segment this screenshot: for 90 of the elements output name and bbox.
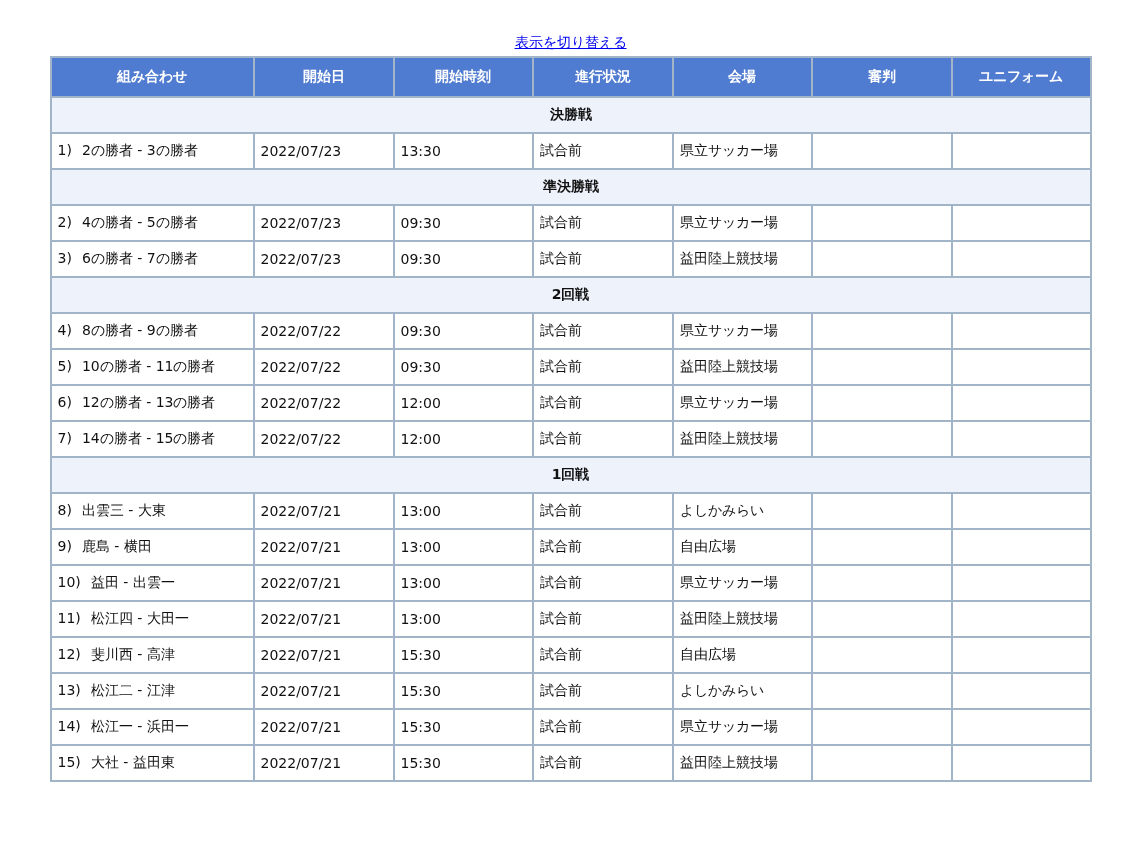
column-header: 開始日 xyxy=(253,57,394,97)
match-number: 13) xyxy=(57,682,81,698)
column-header: ユニフォーム xyxy=(951,57,1091,97)
date-cell: 2022/07/21 xyxy=(253,493,394,529)
match-number: 9) xyxy=(57,538,72,554)
venue-cell: 県立サッカー場 xyxy=(672,709,812,745)
status-cell: 試合前 xyxy=(532,745,673,781)
match-number: 2) xyxy=(57,214,72,230)
match-number: 10) xyxy=(57,574,81,590)
match-teams: 12の勝者 - 13の勝者 xyxy=(81,394,216,410)
match-number: 8) xyxy=(57,502,72,518)
date-cell: 2022/07/21 xyxy=(253,745,394,781)
status-cell: 試合前 xyxy=(532,601,673,637)
match-teams: 斐川西 - 高津 xyxy=(90,646,175,662)
status-cell: 試合前 xyxy=(532,709,673,745)
date-cell: 2022/07/21 xyxy=(253,709,394,745)
match-number: 14) xyxy=(57,718,81,734)
toggle-view-link[interactable]: 表示を切り替える xyxy=(514,34,627,52)
venue-cell: 県立サッカー場 xyxy=(672,565,812,601)
time-cell: 09:30 xyxy=(393,349,533,385)
match-number: 3) xyxy=(57,250,72,266)
match-number: 5) xyxy=(57,358,72,374)
match-teams: 松江四 - 大田一 xyxy=(90,610,189,626)
time-cell: 13:00 xyxy=(393,529,533,565)
venue-cell: 県立サッカー場 xyxy=(672,385,812,421)
date-cell: 2022/07/21 xyxy=(253,673,394,709)
match-number: 4) xyxy=(57,322,72,338)
column-header: 開始時刻 xyxy=(393,57,533,97)
status-cell: 試合前 xyxy=(532,565,673,601)
match-teams: 出雲三 - 大東 xyxy=(81,502,166,518)
time-cell: 13:00 xyxy=(393,493,533,529)
venue-cell: よしかみらい xyxy=(672,493,812,529)
status-cell: 試合前 xyxy=(532,637,673,673)
time-cell: 15:30 xyxy=(393,673,533,709)
status-cell: 試合前 xyxy=(532,673,673,709)
time-cell: 13:00 xyxy=(393,565,533,601)
date-cell: 2022/07/22 xyxy=(253,385,394,421)
time-cell: 13:00 xyxy=(393,601,533,637)
column-header: 会場 xyxy=(672,57,812,97)
venue-cell: 自由広場 xyxy=(672,637,812,673)
match-teams: 8の勝者 - 9の勝者 xyxy=(81,322,198,338)
venue-cell: 益田陸上競技場 xyxy=(672,601,812,637)
match-number: 15) xyxy=(57,754,81,770)
match-teams: 松江一 - 浜田一 xyxy=(90,718,189,734)
match-number: 7) xyxy=(57,430,72,446)
status-cell: 試合前 xyxy=(532,313,673,349)
time-cell: 09:30 xyxy=(393,205,533,241)
match-number: 11) xyxy=(57,610,81,626)
time-cell: 09:30 xyxy=(393,313,533,349)
date-cell: 2022/07/21 xyxy=(253,565,394,601)
round-heading: 決勝戦 xyxy=(50,97,1091,133)
match-teams: 大社 - 益田東 xyxy=(90,754,175,770)
column-header: 審判 xyxy=(811,57,952,97)
date-cell: 2022/07/21 xyxy=(253,601,394,637)
date-cell: 2022/07/22 xyxy=(253,313,394,349)
status-cell: 試合前 xyxy=(532,529,673,565)
match-number: 6) xyxy=(57,394,72,410)
venue-cell: 自由広場 xyxy=(672,529,812,565)
venue-cell: 県立サッカー場 xyxy=(672,313,812,349)
match-teams: 松江二 - 江津 xyxy=(90,682,175,698)
date-cell: 2022/07/21 xyxy=(253,529,394,565)
match-number: 12) xyxy=(57,646,81,662)
date-cell: 2022/07/21 xyxy=(253,637,394,673)
time-cell: 15:30 xyxy=(393,637,533,673)
round-heading: 2回戦 xyxy=(50,277,1091,313)
venue-cell: よしかみらい xyxy=(672,673,812,709)
date-cell: 2022/07/23 xyxy=(253,205,394,241)
status-cell: 試合前 xyxy=(532,385,673,421)
status-cell: 試合前 xyxy=(532,205,673,241)
venue-cell: 益田陸上競技場 xyxy=(672,745,812,781)
time-cell: 12:00 xyxy=(393,385,533,421)
venue-cell: 益田陸上競技場 xyxy=(672,349,812,385)
venue-cell: 県立サッカー場 xyxy=(672,205,812,241)
status-cell: 試合前 xyxy=(532,493,673,529)
time-cell: 15:30 xyxy=(393,745,533,781)
date-cell: 2022/07/22 xyxy=(253,349,394,385)
match-teams: 2の勝者 - 3の勝者 xyxy=(81,142,198,158)
round-heading: 1回戦 xyxy=(50,457,1091,493)
column-header: 組み合わせ xyxy=(50,57,254,97)
match-teams: 10の勝者 - 11の勝者 xyxy=(81,358,216,374)
match-number: 1) xyxy=(57,142,72,158)
match-teams: 4の勝者 - 5の勝者 xyxy=(81,214,198,230)
status-cell: 試合前 xyxy=(532,349,673,385)
match-teams: 6の勝者 - 7の勝者 xyxy=(81,250,198,266)
match-teams: 14の勝者 - 15の勝者 xyxy=(81,430,216,446)
column-header: 進行状況 xyxy=(532,57,673,97)
match-teams: 益田 - 出雲一 xyxy=(90,574,175,590)
time-cell: 15:30 xyxy=(393,709,533,745)
match-teams: 鹿島 - 横田 xyxy=(81,538,152,554)
round-heading: 準決勝戦 xyxy=(50,169,1091,205)
